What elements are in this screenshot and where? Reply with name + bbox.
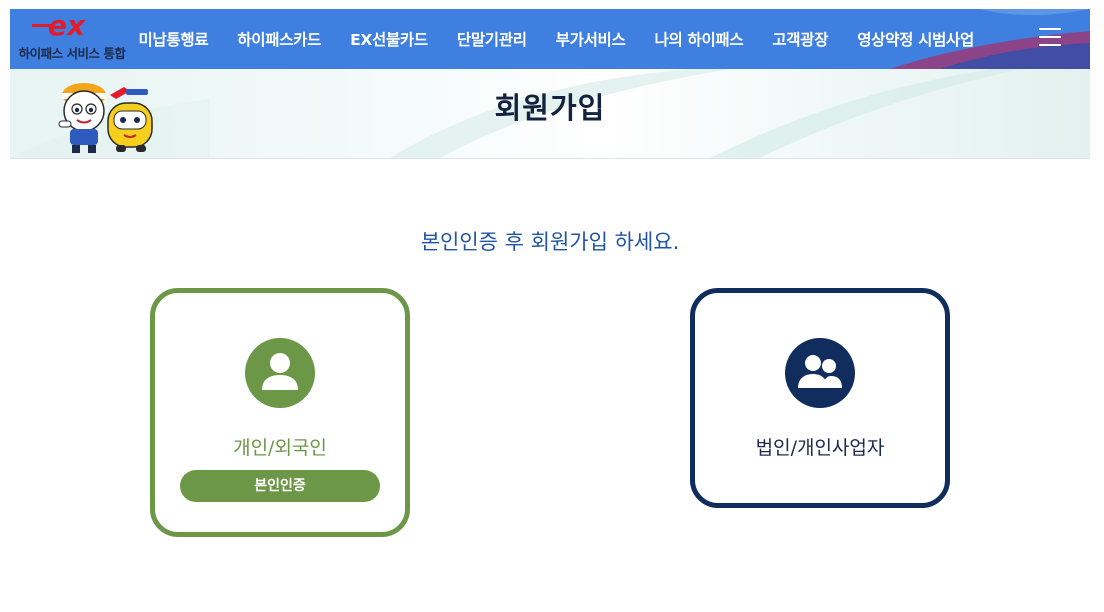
menu-item-hipass-card[interactable]: 하이패스카드	[223, 28, 336, 50]
card-corporate-label: 법인/개인사업자	[755, 437, 885, 459]
identity-verify-button[interactable]: 본인인증	[180, 470, 380, 502]
main-menu: 미납통행료 하이패스카드 EX선불카드 단말기관리 부가서비스 나의 하이패스 …	[124, 9, 988, 69]
menu-item-video-contract-pilot[interactable]: 영상약정 시범사업	[843, 28, 989, 50]
hipass-logo[interactable]: ex 하이패스 서비스 통합	[10, 9, 132, 69]
card-personal-label: 개인/외국인	[233, 437, 327, 459]
title-banner: 회원가입	[10, 69, 1090, 159]
top-nav: ex 하이패스 서비스 통합 미납통행료 하이패스카드 EX선불카드 단말기관리…	[10, 9, 1090, 69]
menu-item-extra-services[interactable]: 부가서비스	[541, 28, 640, 50]
card-corporate-business[interactable]: 법인/개인사업자	[690, 288, 950, 508]
card-personal-foreigner[interactable]: 개인/외국인 본인인증	[150, 288, 410, 537]
logo-text: 하이패스 서비스 통합	[18, 46, 126, 61]
menu-item-unpaid-toll[interactable]: 미납통행료	[124, 28, 223, 50]
signup-instruction: 본인인증 후 회원가입 하세요.	[420, 230, 680, 254]
hamburger-icon[interactable]	[1039, 28, 1061, 48]
group-icon	[785, 338, 855, 408]
menu-item-ex-prepaid-card[interactable]: EX선불카드	[336, 28, 443, 50]
person-icon	[245, 338, 315, 408]
menu-item-my-hipass[interactable]: 나의 하이패스	[640, 28, 758, 50]
page-title: 회원가입	[494, 91, 606, 125]
page: ex 하이패스 서비스 통합 미납통행료 하이패스카드 EX선불카드 단말기관리…	[0, 0, 1104, 612]
menu-item-customer-plaza[interactable]: 고객광장	[758, 28, 843, 50]
logo-mark-text: ex	[48, 11, 86, 41]
ex-logo-mark: ex	[32, 11, 86, 41]
menu-item-device-management[interactable]: 단말기관리	[442, 28, 541, 50]
